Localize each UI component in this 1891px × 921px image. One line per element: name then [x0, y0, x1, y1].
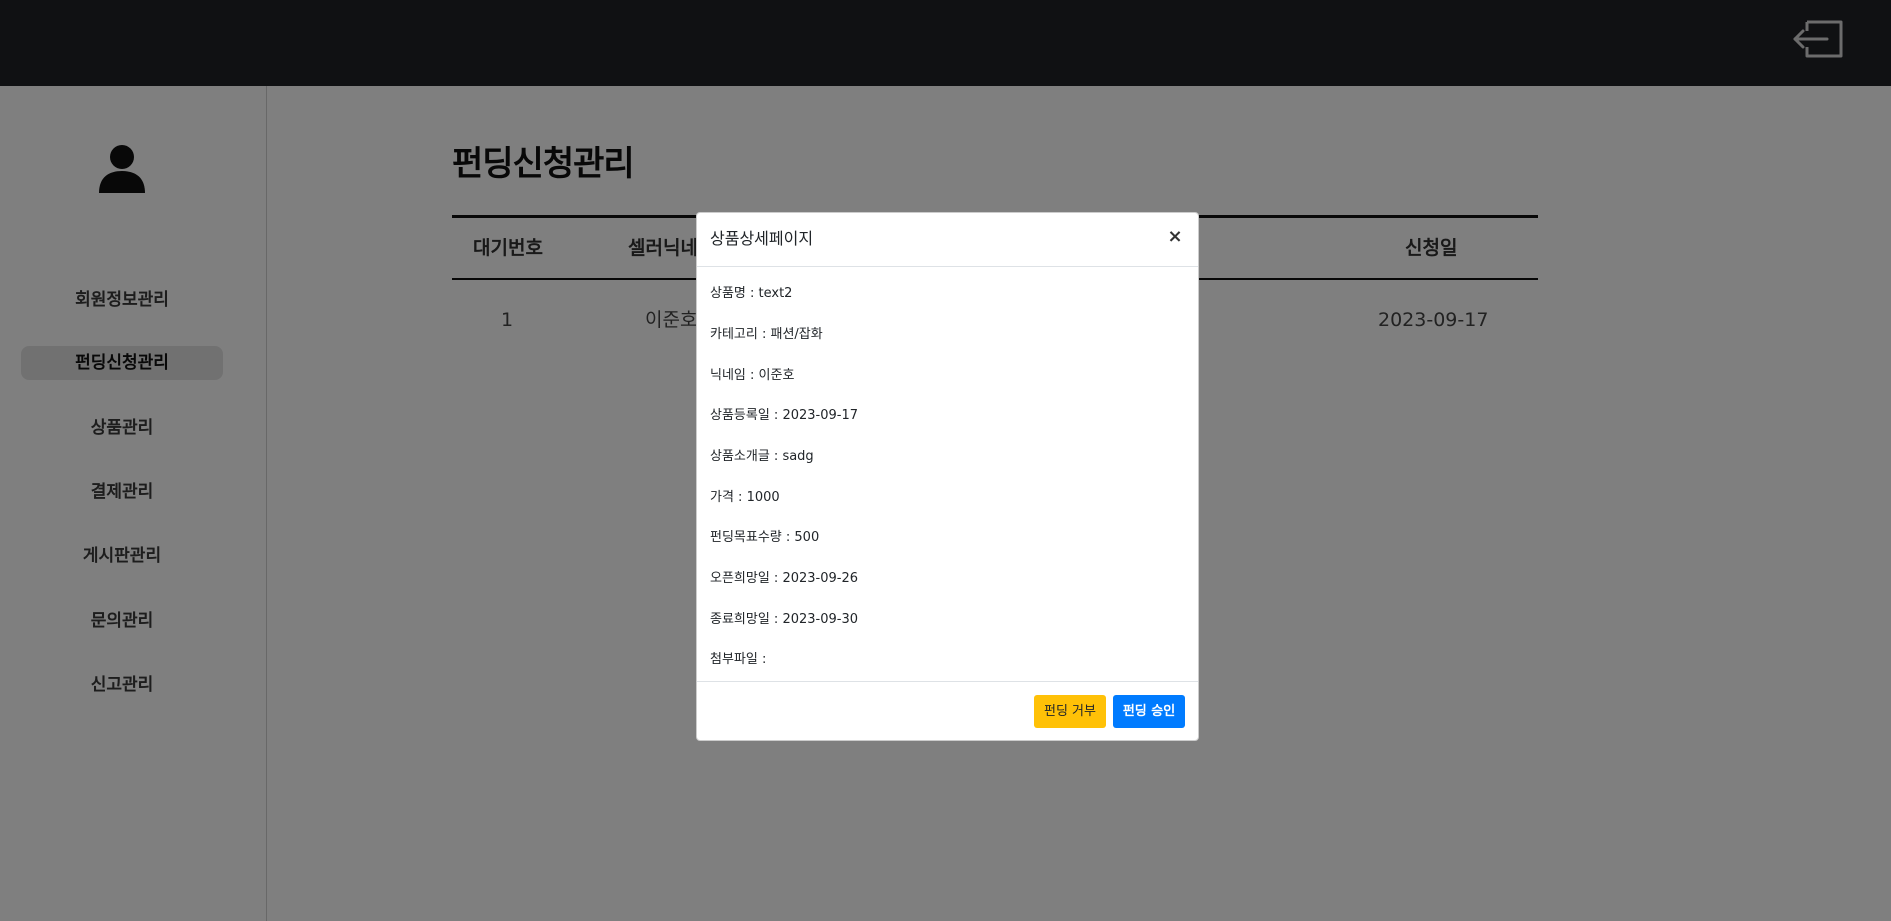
close-icon[interactable]: × [1164, 226, 1186, 248]
detail-introduction: 상품소개글 : sadg [710, 449, 814, 464]
detail-price: 가격 : 1000 [710, 490, 780, 505]
detail-product-name: 상품명 : text2 [710, 286, 793, 301]
detail-registered-date: 상품등록일 : 2023-09-17 [710, 408, 858, 423]
approve-funding-button[interactable]: 펀딩 승인 [1113, 695, 1185, 728]
modal-body: 상품명 : text2 카테고리 : 패션/잡화 닉네임 : 이준호 상품등록일… [697, 267, 1198, 682]
reject-funding-button[interactable]: 펀딩 거부 [1034, 695, 1106, 728]
detail-open-date: 오픈희망일 : 2023-09-26 [710, 571, 858, 586]
modal-footer: 펀딩 거부 펀딩 승인 [697, 682, 1198, 742]
detail-attachment: 첨부파일 : [710, 652, 767, 667]
modal-title: 상품상세페이지 [710, 229, 814, 248]
detail-category: 카테고리 : 패션/잡화 [710, 327, 823, 342]
detail-nickname: 닉네임 : 이준호 [710, 368, 795, 383]
modal-header: 상품상세페이지 × [697, 213, 1198, 267]
detail-end-date: 종료희망일 : 2023-09-30 [710, 612, 858, 627]
product-detail-modal: 상품상세페이지 × 상품명 : text2 카테고리 : 패션/잡화 닉네임 :… [696, 212, 1199, 741]
detail-target-quantity: 펀딩목표수량 : 500 [710, 530, 820, 545]
